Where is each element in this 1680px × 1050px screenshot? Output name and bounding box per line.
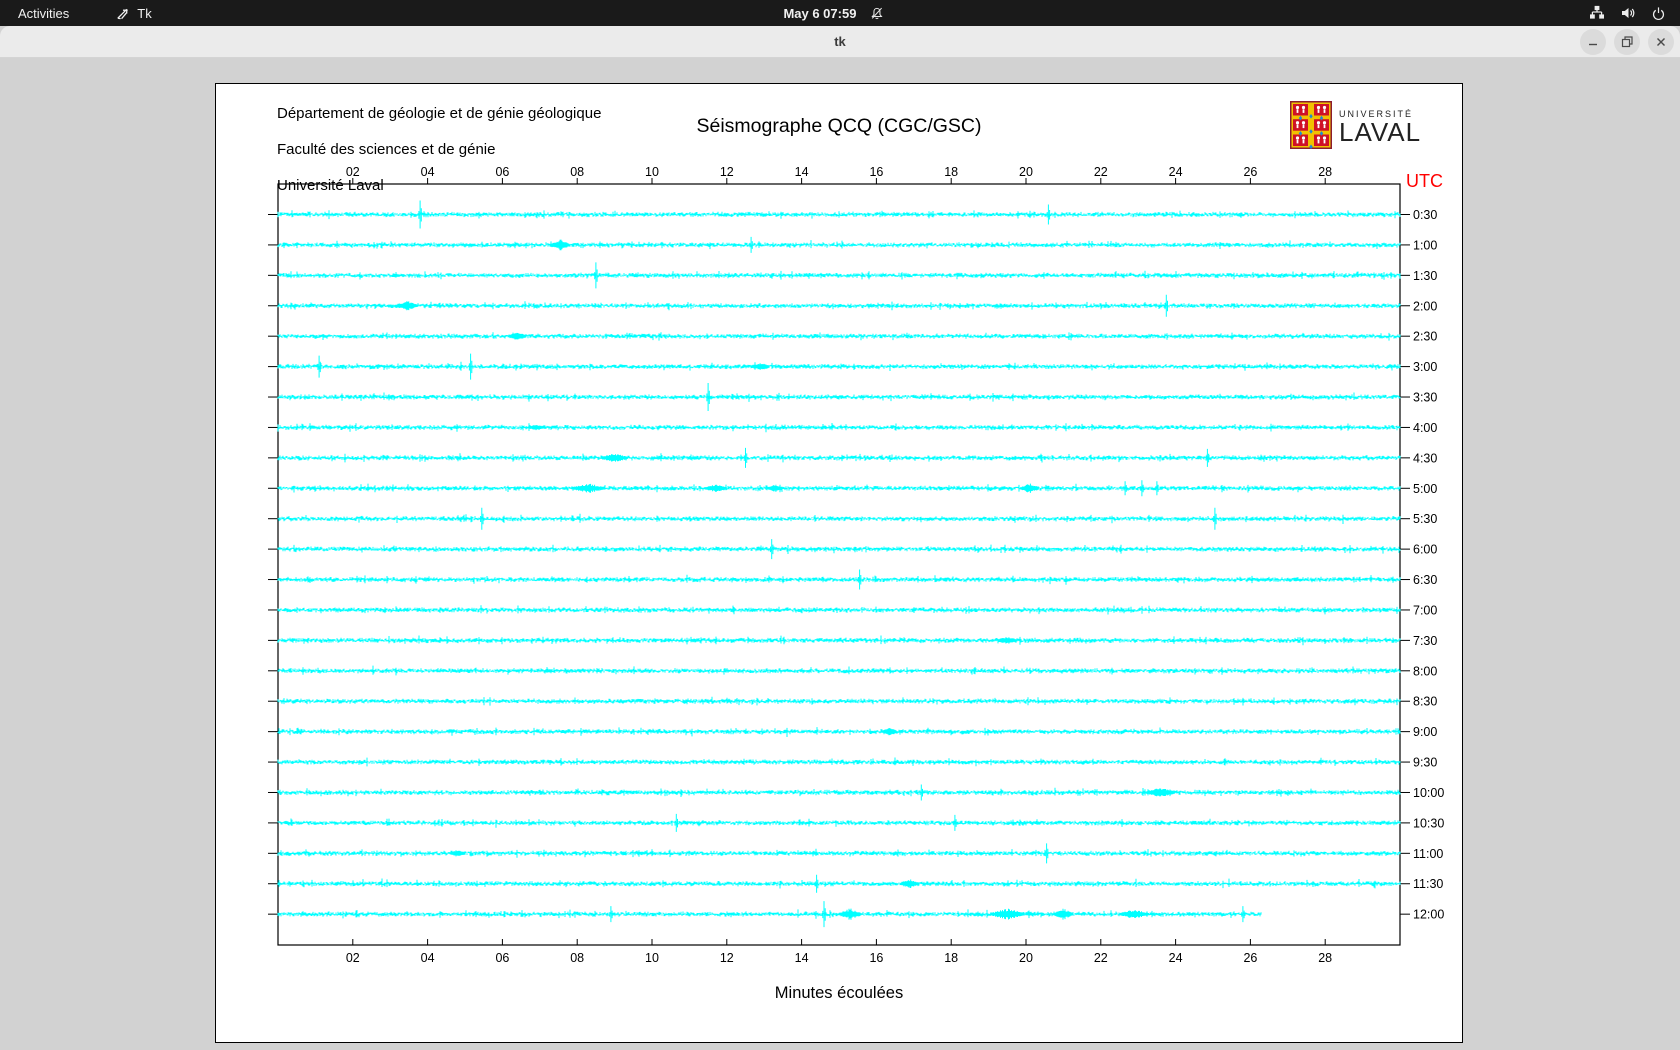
system-menu[interactable]	[1589, 0, 1666, 26]
svg-text:08: 08	[570, 951, 584, 965]
svg-text:12: 12	[720, 951, 734, 965]
svg-text:18: 18	[944, 951, 958, 965]
x-axis-title: Minutes écoulées	[774, 984, 904, 1002]
network-icon	[1589, 5, 1605, 21]
bell-muted-icon	[869, 6, 884, 21]
desktop: Activities Tk May 6 07:59 tk Département…	[0, 0, 1680, 1050]
volume-icon	[1620, 5, 1636, 21]
window-body: Département de géologie et de génie géol…	[0, 58, 1680, 1050]
svg-text:02: 02	[346, 951, 360, 965]
svg-text:7:30: 7:30	[1413, 634, 1437, 648]
svg-text:28: 28	[1318, 165, 1332, 179]
app-indicator-label: Tk	[137, 5, 152, 21]
svg-text:10:30: 10:30	[1413, 816, 1444, 830]
svg-text:10: 10	[645, 165, 659, 179]
svg-text:24: 24	[1169, 165, 1183, 179]
svg-text:24: 24	[1169, 951, 1183, 965]
svg-text:10: 10	[645, 951, 659, 965]
svg-text:22: 22	[1094, 165, 1108, 179]
svg-text:06: 06	[495, 951, 509, 965]
clock-menu[interactable]: May 6 07:59	[783, 0, 884, 26]
svg-text:26: 26	[1243, 951, 1257, 965]
svg-text:08: 08	[570, 165, 584, 179]
seismograph-canvas: Département de géologie et de génie géol…	[215, 83, 1463, 1043]
svg-text:12: 12	[720, 165, 734, 179]
svg-text:11:30: 11:30	[1413, 877, 1443, 891]
svg-text:2:00: 2:00	[1413, 299, 1437, 313]
svg-text:2:30: 2:30	[1413, 330, 1437, 344]
svg-text:06: 06	[495, 165, 509, 179]
svg-text:6:00: 6:00	[1413, 543, 1437, 557]
svg-text:02: 02	[346, 165, 360, 179]
svg-text:7:00: 7:00	[1413, 603, 1437, 617]
svg-text:1:00: 1:00	[1413, 238, 1437, 252]
window-titlebar[interactable]: tk	[0, 26, 1680, 58]
svg-text:16: 16	[869, 951, 883, 965]
seismograph-plot: 02 02 04 04 06 06 08 08 10 10 12 12 14 14 16 16 18 18 20 20…	[268, 165, 1444, 965]
svg-text:3:00: 3:00	[1413, 360, 1437, 374]
svg-text:4:30: 4:30	[1413, 451, 1437, 465]
svg-text:4:00: 4:00	[1413, 421, 1437, 435]
svg-text:9:30: 9:30	[1413, 756, 1437, 770]
svg-text:26: 26	[1243, 165, 1257, 179]
utc-axis-title: UTC	[1406, 171, 1443, 191]
svg-text:12:00: 12:00	[1413, 908, 1444, 922]
svg-text:8:00: 8:00	[1413, 664, 1437, 678]
power-icon	[1651, 6, 1666, 21]
svg-text:28: 28	[1318, 951, 1332, 965]
svg-text:6:30: 6:30	[1413, 573, 1437, 587]
svg-text:5:30: 5:30	[1413, 512, 1437, 526]
svg-text:20: 20	[1019, 951, 1033, 965]
svg-text:16: 16	[869, 165, 883, 179]
svg-text:10:00: 10:00	[1413, 786, 1444, 800]
window-title: tk	[834, 34, 846, 49]
svg-text:22: 22	[1094, 951, 1108, 965]
svg-text:1:30: 1:30	[1413, 269, 1437, 283]
top-bar: Activities Tk May 6 07:59	[0, 0, 1680, 26]
clock-label: May 6 07:59	[783, 5, 857, 21]
app-indicator-tk[interactable]: Tk	[101, 0, 165, 26]
svg-text:04: 04	[421, 165, 435, 179]
minimize-button[interactable]	[1580, 29, 1606, 55]
svg-text:18: 18	[944, 165, 958, 179]
svg-text:8:30: 8:30	[1413, 695, 1437, 709]
svg-text:0:30: 0:30	[1413, 208, 1437, 222]
svg-text:20: 20	[1019, 165, 1033, 179]
svg-text:11:00: 11:00	[1413, 847, 1443, 861]
tk-feather-icon	[115, 6, 130, 21]
svg-text:3:30: 3:30	[1413, 391, 1437, 405]
activities-button[interactable]: Activities	[0, 0, 87, 26]
svg-text:14: 14	[795, 165, 809, 179]
svg-text:04: 04	[421, 951, 435, 965]
close-button[interactable]	[1648, 29, 1674, 55]
svg-text:14: 14	[795, 951, 809, 965]
svg-text:9:00: 9:00	[1413, 725, 1437, 739]
restore-button[interactable]	[1614, 29, 1640, 55]
svg-text:5:00: 5:00	[1413, 482, 1437, 496]
